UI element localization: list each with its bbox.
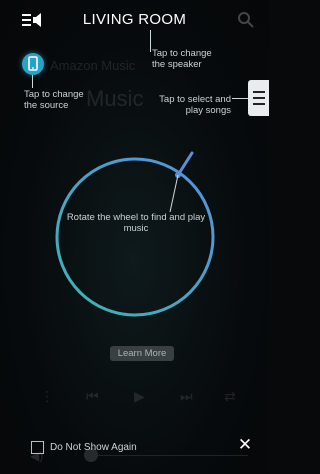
music-wheel[interactable] [56,158,214,316]
dont-show-label: Do Not Show Again [50,441,137,453]
source-hint: Tap to change the source [24,89,84,111]
source-button[interactable] [22,53,44,75]
app-root: Amazon Music Music LIVING ROOM Tap to ch… [0,0,269,474]
background-subtitle: Amazon Music [50,58,136,73]
learn-more-button[interactable]: Learn More [110,346,174,361]
queue-icon[interactable]: ⋮ [40,388,54,405]
room-title[interactable]: LIVING ROOM [0,11,269,28]
hamburger-icon [253,91,265,93]
previous-icon[interactable]: ⏮ [86,388,99,405]
dont-show-checkbox[interactable] [31,440,44,454]
speaker-hint-line [150,30,151,52]
repeat-icon[interactable]: ⇄ [224,388,236,405]
browse-tab[interactable] [248,80,269,116]
header: LIVING ROOM [0,0,269,42]
close-button[interactable]: ✕ [236,436,254,454]
search-button[interactable] [237,11,255,29]
hamburger-icon-bar [253,97,265,99]
volume-track[interactable] [98,455,248,456]
search-icon [238,12,254,28]
source-hint-line [32,75,33,88]
next-icon[interactable]: ⏭ [180,388,193,405]
close-icon: ✕ [237,435,253,454]
browse-hint-line [232,98,248,99]
dont-show-again[interactable]: Do Not Show Again [31,440,137,454]
background-music-label: Music [86,86,144,111]
speaker-hint: Tap to change the speaker [152,48,212,70]
play-icon[interactable]: ▶ [134,388,145,405]
wheel-hint: Rotate the wheel to find and play music [66,212,206,234]
browse-hint: Tap to select and play songs [159,94,231,116]
hamburger-icon-bar [253,103,265,105]
phone-icon [28,56,38,71]
